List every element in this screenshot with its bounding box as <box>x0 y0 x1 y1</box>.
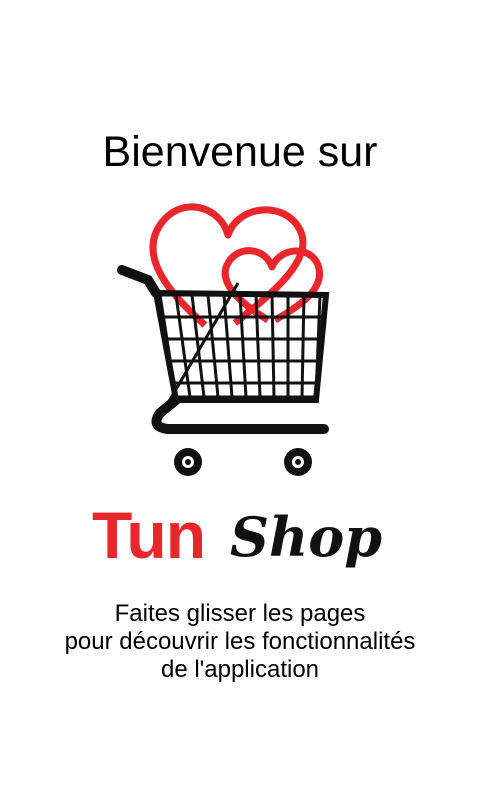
welcome-screen: Bienvenue sur Tun Shop Faites glisser le… <box>0 0 480 800</box>
shopping-cart-hearts-icon <box>117 203 330 476</box>
instruction-line-2: pour découvrir les fonctionnalités <box>64 628 416 655</box>
instruction-line-3: de l'application <box>160 656 320 683</box>
brand-logo: Tun Shop <box>92 498 402 588</box>
instruction-line-1: Faites glisser les pages <box>114 600 366 627</box>
welcome-title: Bienvenue sur <box>102 128 378 176</box>
brand-name-tun: Tun <box>92 498 206 572</box>
swipe-instructions: Faites glisser les pages pour découvrir … <box>0 600 480 684</box>
cart-icon <box>117 265 330 476</box>
brand-name-shop: Shop <box>230 505 383 569</box>
